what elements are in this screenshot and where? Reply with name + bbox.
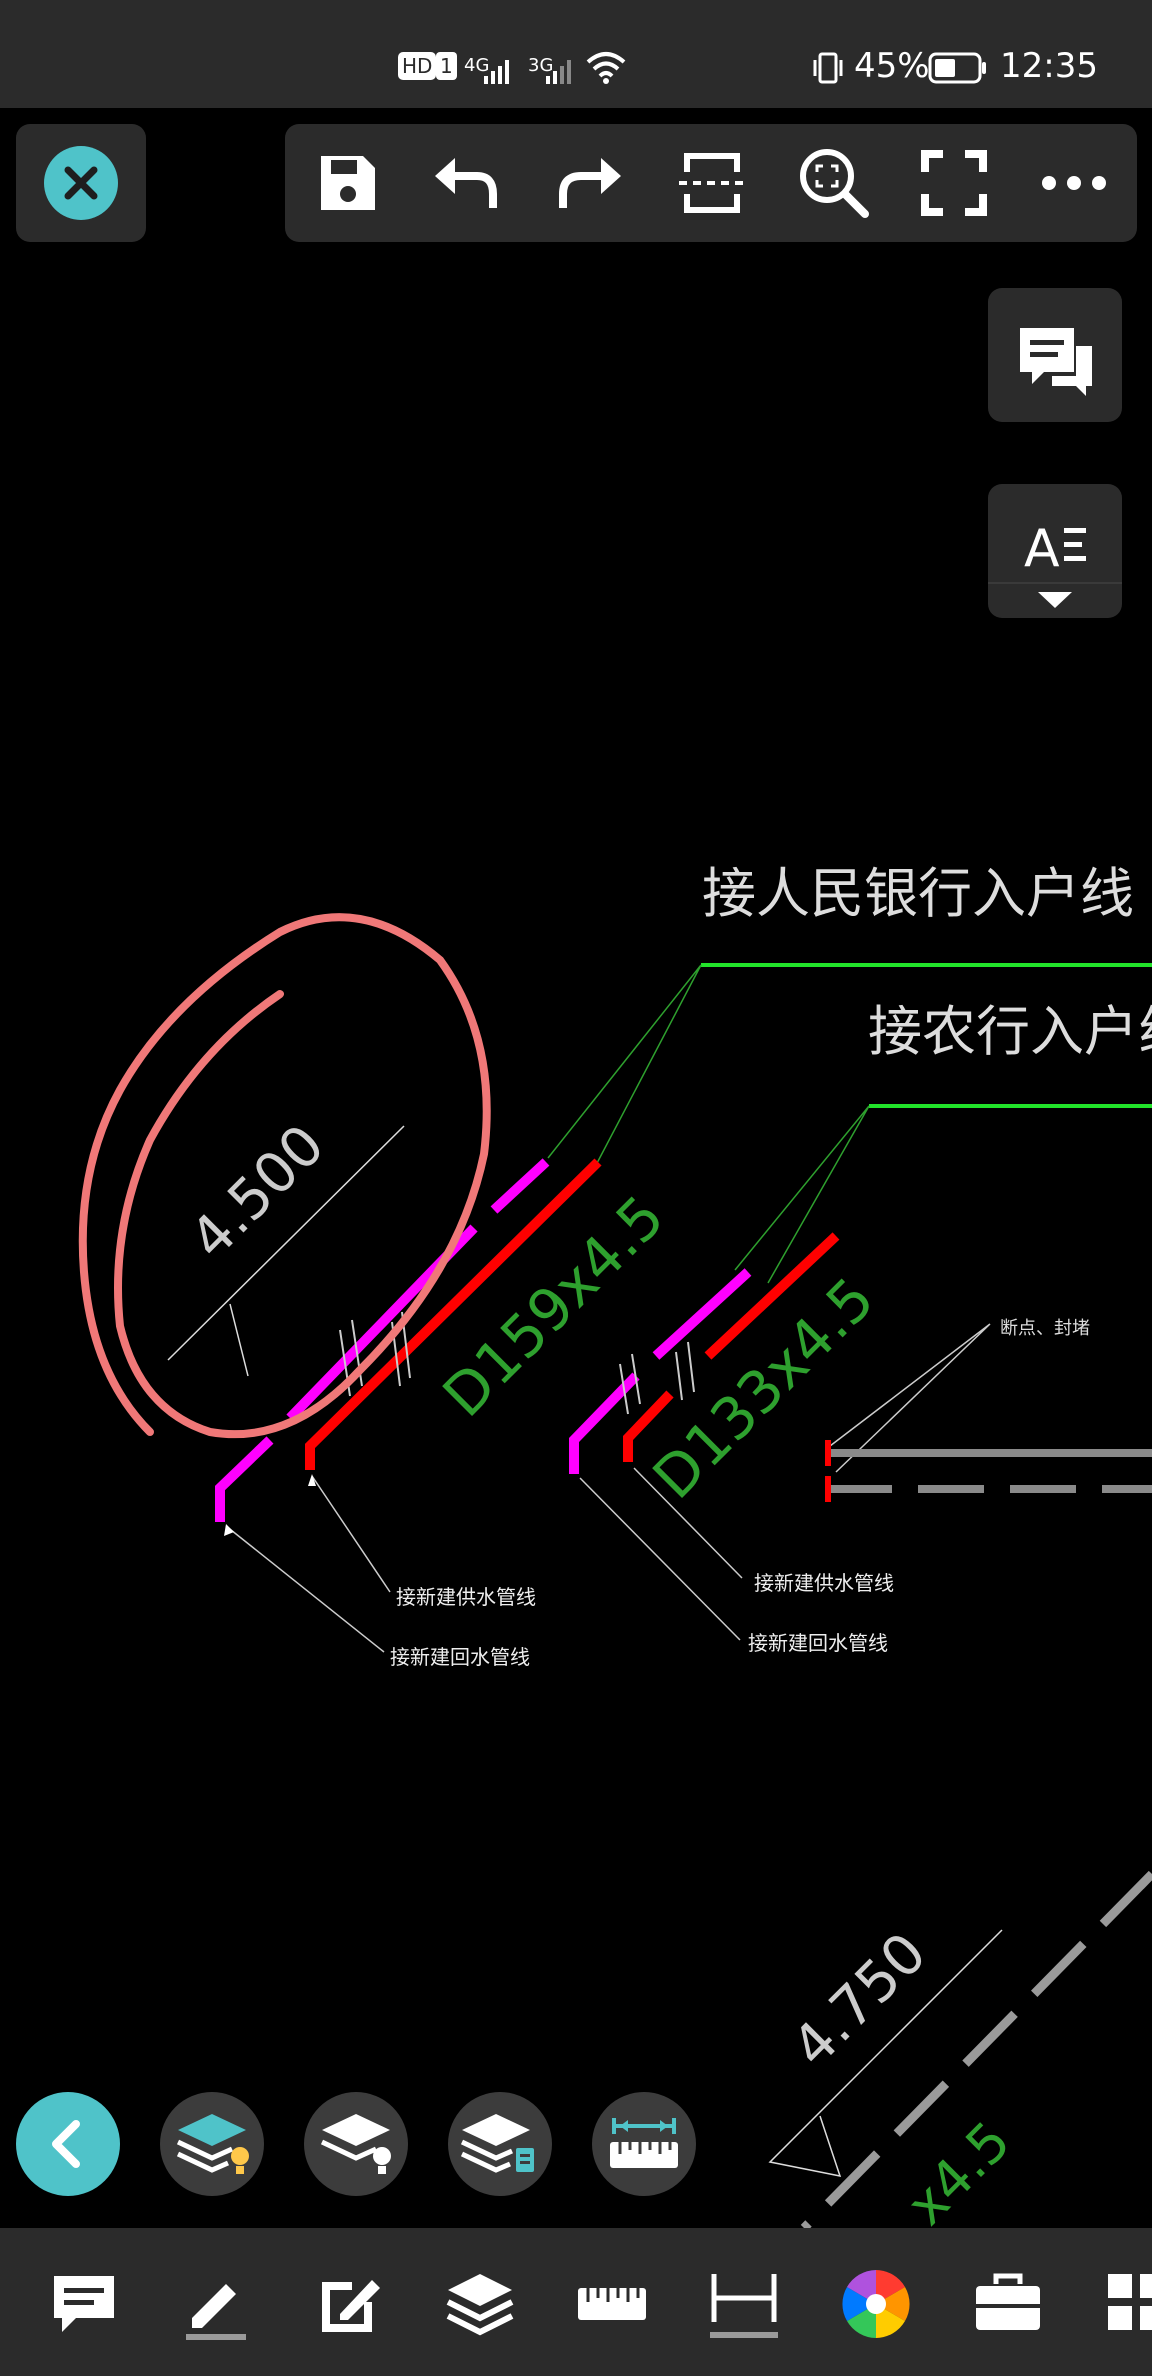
cad-drawing-canvas[interactable]: 接人民银行入户线 接农行入户线 4.500 D159x4.5 D133x4.5 … <box>0 0 1152 2376</box>
pen-icon <box>186 2284 246 2340</box>
layer-off-icon <box>320 2114 391 2174</box>
edit-button[interactable] <box>312 2266 388 2342</box>
label-nongye-bank: 接农行入户线 <box>868 1000 1152 1063</box>
annotation-button[interactable] <box>46 2266 122 2342</box>
color-wheel-icon <box>842 2270 910 2338</box>
layer-on-icon <box>176 2114 249 2174</box>
measure-ruler-icon <box>610 2118 678 2168</box>
layer-off-button[interactable] <box>304 2092 408 2196</box>
dimension-icon <box>710 2274 778 2338</box>
grid-button[interactable] <box>1100 2266 1152 2342</box>
label-return-2: 接新建回水管线 <box>748 1631 888 1655</box>
leader-nongye <box>734 1105 870 1284</box>
label-renmin-bank: 接人民银行入户线 <box>702 862 1134 925</box>
pen-button[interactable] <box>178 2266 254 2342</box>
elevation-4500: 4.500 <box>178 1113 337 1272</box>
grid-icon <box>1108 2274 1152 2330</box>
layers-button[interactable] <box>442 2266 518 2342</box>
back-button[interactable] <box>16 2092 120 2196</box>
toolbox-button[interactable] <box>970 2266 1046 2342</box>
bottom-toolbar <box>0 2228 1152 2376</box>
layers-icon <box>446 2274 514 2336</box>
white-leader-supply-1 <box>311 1475 391 1593</box>
label-break-seal: 断点、封堵 <box>1000 1318 1090 1339</box>
label-return-1: 接新建回水管线 <box>390 1645 530 1669</box>
layer-manager-icon <box>460 2114 534 2173</box>
edit-icon <box>322 2280 380 2332</box>
annotation-icon <box>54 2276 114 2332</box>
pipe-spec-partial: x4.5 <box>895 2109 1023 2237</box>
ruler-icon <box>578 2288 646 2320</box>
layer-manager-button[interactable] <box>448 2092 552 2196</box>
toolbox-icon <box>976 2273 1040 2330</box>
back-chevron-icon <box>52 2120 80 2168</box>
elevation-4750: 4.750 <box>780 1921 939 2080</box>
color-button[interactable] <box>838 2266 914 2342</box>
white-leader-return-1 <box>225 1525 385 1653</box>
layer-on-button[interactable] <box>160 2092 264 2196</box>
dimension-button[interactable] <box>706 2266 782 2342</box>
label-supply-2: 接新建供水管线 <box>754 1571 894 1595</box>
white-leader-return-2 <box>579 1477 741 1641</box>
leader-renmin <box>547 964 702 1166</box>
measure-button[interactable] <box>592 2092 696 2196</box>
label-supply-1: 接新建供水管线 <box>396 1585 536 1609</box>
ruler-button[interactable] <box>574 2266 650 2342</box>
leader-arrow-1b <box>224 1524 234 1536</box>
